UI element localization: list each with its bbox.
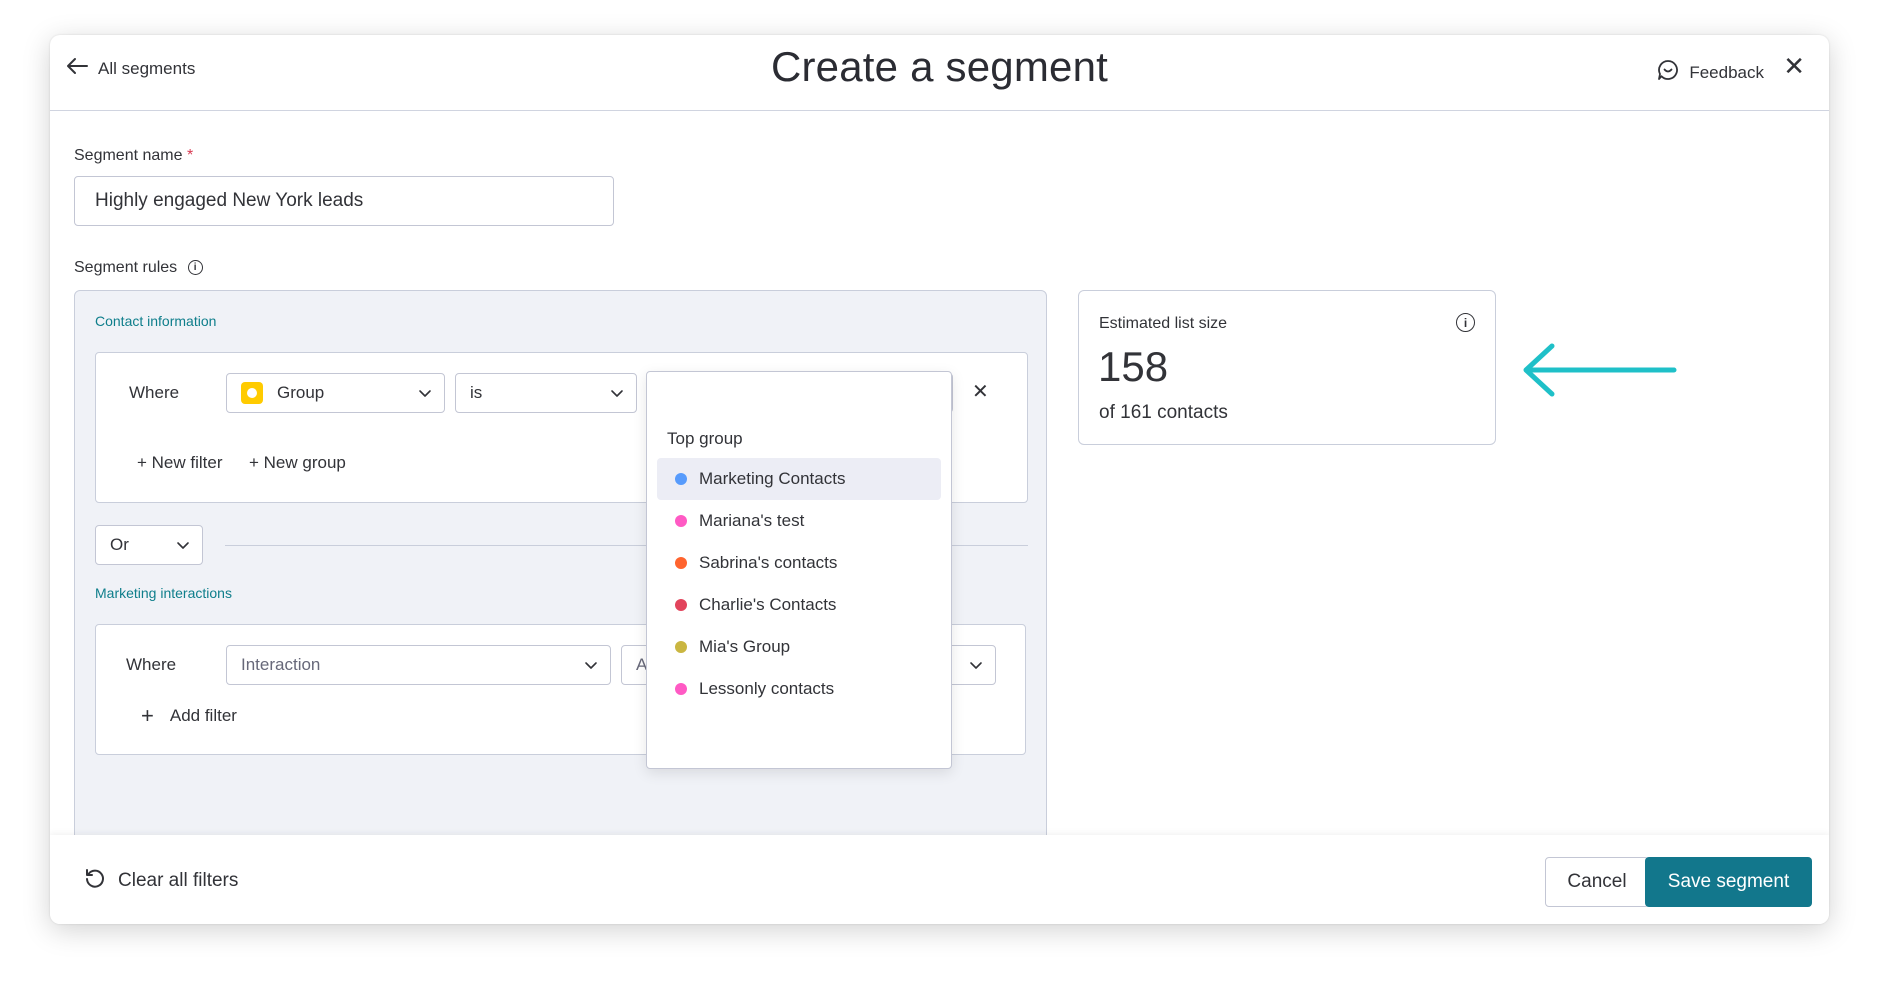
page-title: Create a segment (770, 43, 1109, 90)
interaction-select-value: Interaction (241, 655, 321, 674)
conjunction-value: Or (110, 535, 129, 554)
segment-name-label: Segment name * (74, 147, 193, 165)
cancel-button[interactable]: Cancel (1545, 857, 1649, 907)
dropdown-item[interactable]: Marketing Contacts (657, 458, 941, 500)
segment-name-label-text: Segment name (74, 147, 183, 164)
chevron-down-icon (610, 385, 624, 405)
estimate-total: of 161 contacts (1099, 402, 1228, 423)
contact-information-title: Contact information (95, 313, 217, 329)
group-color-dot (675, 515, 687, 527)
group-color-dot (675, 683, 687, 695)
remove-filter-icon[interactable]: ✕ (972, 379, 989, 404)
group-color-dot (675, 599, 687, 611)
add-filter-label: Add filter (169, 706, 237, 725)
group-color-dot (675, 473, 687, 485)
info-icon[interactable]: i (1456, 313, 1475, 332)
where-label: Where (129, 383, 180, 402)
group-dropdown-menu: Top group Marketing Contacts Mariana's t… (646, 371, 952, 769)
info-icon[interactable]: i (187, 260, 203, 276)
chevron-down-icon (969, 657, 983, 677)
where-label: Where (126, 655, 177, 674)
reset-icon (84, 867, 106, 895)
modal-header: All segments Create a segment Feedback ✕ (50, 35, 1829, 111)
group-color-dot (675, 557, 687, 569)
chevron-down-icon (584, 657, 598, 677)
dropdown-item-label: Mariana's test (699, 511, 805, 530)
dropdown-item-label: Lessonly contacts (699, 679, 835, 698)
dropdown-heading: Top group (667, 429, 743, 448)
clear-all-filters-button[interactable]: Clear all filters (84, 867, 238, 895)
dropdown-item-label: Sabrina's contacts (699, 553, 838, 572)
segment-rules-label: Segment rules i (74, 259, 203, 277)
operator-select[interactable]: is (455, 373, 637, 413)
dropdown-item[interactable]: Lessonly contacts (657, 668, 941, 710)
dropdown-item-label: Charlie's Contacts (699, 595, 837, 614)
estimated-list-size-card: Estimated list size i 158 of 161 contact… (1078, 290, 1496, 445)
segment-rules-label-text: Segment rules (74, 259, 178, 276)
group-color-dot (675, 641, 687, 653)
estimate-value: 158 (1098, 343, 1169, 390)
plus-icon: + (141, 703, 154, 728)
arrow-left-icon (1518, 340, 1683, 405)
segment-name-input[interactable] (74, 176, 614, 226)
estimate-label: Estimated list size (1099, 315, 1228, 332)
conjunction-select[interactable]: Or (95, 525, 203, 565)
feedback-button[interactable]: Feedback (1657, 59, 1764, 86)
clear-all-filters-label: Clear all filters (118, 870, 239, 891)
dropdown-item[interactable]: Sabrina's contacts (657, 542, 941, 584)
dropdown-item[interactable]: Mariana's test (657, 500, 941, 542)
chat-bubble-icon (1657, 59, 1679, 86)
dropdown-item[interactable]: Mia's Group (657, 626, 941, 668)
required-asterisk: * (186, 147, 194, 164)
marketing-interactions-title: Marketing interactions (95, 585, 232, 601)
create-segment-modal: All segments Create a segment Feedback ✕… (50, 35, 1829, 924)
add-filter-button[interactable]: + Add filter (141, 705, 237, 727)
field-select-group[interactable]: Group (226, 373, 445, 413)
save-segment-button[interactable]: Save segment (1645, 857, 1812, 907)
dropdown-item-label: Marketing Contacts (699, 469, 846, 488)
group-color-icon (241, 382, 263, 404)
feedback-label: Feedback (1689, 62, 1764, 82)
operator-select-value: is (470, 383, 483, 402)
field-select-value: Group (277, 383, 325, 402)
dropdown-item-label: Mia's Group (699, 637, 791, 656)
dropdown-item[interactable]: Charlie's Contacts (657, 584, 941, 626)
interaction-select[interactable]: Interaction (226, 645, 611, 685)
close-icon[interactable]: ✕ (1783, 53, 1805, 79)
chevron-down-icon (176, 537, 190, 557)
chevron-down-icon (418, 385, 432, 405)
modal-footer: Clear all filters Cancel Save segment (50, 835, 1829, 924)
new-group-button[interactable]: + New group (249, 453, 346, 473)
new-filter-button[interactable]: + New filter (137, 453, 223, 473)
